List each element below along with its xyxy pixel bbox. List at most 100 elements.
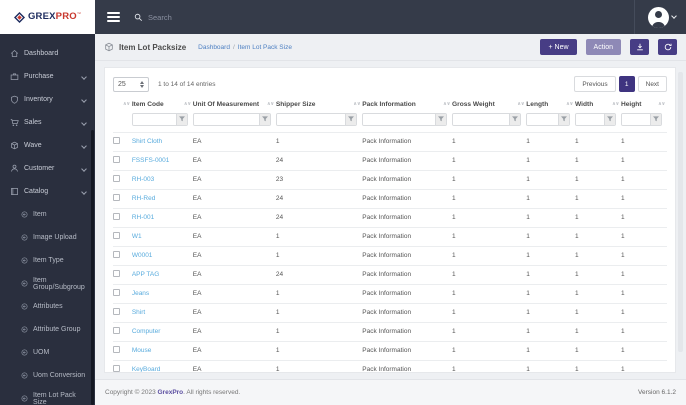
breadcrumb-dashboard-link[interactable]: Dashboard bbox=[198, 44, 230, 51]
sidebar-subitem-uom[interactable]: UOM bbox=[0, 341, 95, 364]
page-size-select[interactable]: 25 bbox=[113, 76, 149, 92]
sidebar-scrollbar[interactable] bbox=[91, 130, 94, 405]
filter-icon[interactable] bbox=[603, 113, 615, 125]
breadcrumb-current-link[interactable]: Item Lot Pack Size bbox=[238, 44, 292, 51]
filter-icon[interactable] bbox=[558, 113, 569, 125]
item-code-link[interactable]: Computer bbox=[132, 328, 161, 335]
filter-icon[interactable] bbox=[509, 113, 521, 125]
filter-input-shipper-size[interactable] bbox=[276, 113, 346, 125]
filter-icon[interactable] bbox=[175, 113, 187, 125]
column-header-width[interactable]: Width ∧∨ bbox=[575, 99, 621, 113]
table-cell: Pack Information bbox=[362, 366, 412, 373]
column-header-height[interactable]: Height ∧∨ bbox=[621, 99, 667, 113]
pagination-page-1-button[interactable]: 1 bbox=[618, 76, 635, 92]
column-header-item-code[interactable]: Item Code ∧∨ bbox=[132, 99, 193, 113]
row-checkbox[interactable] bbox=[113, 175, 120, 183]
footer-brand-link[interactable]: GrexPro bbox=[158, 389, 184, 396]
page-scrollbar[interactable] bbox=[678, 72, 683, 352]
item-code-link[interactable]: KeyBoard bbox=[132, 366, 161, 372]
pagination-next-button[interactable]: Next bbox=[637, 76, 667, 92]
filter-icon[interactable] bbox=[345, 113, 357, 125]
sidebar-subitem-attributes[interactable]: Attributes bbox=[0, 295, 95, 318]
sidebar-item-customer[interactable]: Customer bbox=[0, 157, 95, 180]
new-button[interactable]: + New bbox=[540, 39, 577, 55]
item-code-link[interactable]: Shirt Cloth bbox=[132, 138, 162, 145]
filter-input-item-code[interactable] bbox=[132, 113, 176, 125]
sidebar-nav: Dashboard Purchase Inventory Sales Wave Custo… bbox=[0, 34, 95, 405]
sidebar-item-inventory[interactable]: Inventory bbox=[0, 88, 95, 111]
row-checkbox[interactable] bbox=[113, 270, 120, 278]
sidebar-subitem-attribute-group[interactable]: Attribute Group bbox=[0, 318, 95, 341]
sort-icon[interactable]: ∧∨ bbox=[123, 101, 131, 107]
sidebar-subitem-item[interactable]: Item bbox=[0, 203, 95, 226]
table-cell: 1 bbox=[526, 195, 530, 203]
pagination-previous-button[interactable]: Previous bbox=[574, 76, 616, 92]
column-header-unit-of-measurement[interactable]: Unit Of Measurement ∧∨ bbox=[193, 99, 276, 113]
filter-icon[interactable] bbox=[650, 113, 661, 125]
sidebar-item-purchase[interactable]: Purchase bbox=[0, 65, 95, 88]
filter-input-width[interactable] bbox=[576, 113, 604, 125]
item-code-link[interactable]: W1 bbox=[132, 233, 142, 240]
row-checkbox[interactable] bbox=[113, 156, 120, 164]
sort-icon[interactable]: ∧∨ bbox=[658, 101, 666, 107]
packsize-table: ∧∨ Item Code ∧∨ Unit Of Measurement ∧∨ Shippe… bbox=[113, 99, 667, 373]
column-header-shipper-size[interactable]: Shipper Size ∧∨ bbox=[276, 99, 362, 113]
sidebar-item-dashboard[interactable]: Dashboard bbox=[0, 42, 95, 65]
user-menu-button[interactable] bbox=[648, 6, 677, 28]
row-checkbox[interactable] bbox=[113, 194, 120, 202]
sidebar-item-catalog[interactable]: Catalog bbox=[0, 180, 95, 203]
item-code-link[interactable]: FSSFS-0001 bbox=[132, 157, 170, 164]
item-code-link[interactable]: Shirt bbox=[132, 309, 145, 316]
filter-input-unit-of-measurement[interactable] bbox=[193, 113, 259, 125]
action-button[interactable]: Action bbox=[585, 39, 621, 55]
column-header-pack-information[interactable]: Pack Information ∧∨ bbox=[362, 99, 452, 113]
logo[interactable]: GREXPRO™ bbox=[0, 0, 95, 34]
sidebar-subitem-item-lot-pack-size[interactable]: Item Lot Pack Size bbox=[0, 387, 95, 405]
row-checkbox[interactable] bbox=[113, 308, 120, 316]
sidebar-subitem-item-group-subgroup[interactable]: Item Group/Subgroup bbox=[0, 272, 95, 295]
sort-icon[interactable]: ∧∨ bbox=[612, 101, 620, 107]
item-code-link[interactable]: W0001 bbox=[132, 252, 153, 259]
row-checkbox[interactable] bbox=[113, 232, 120, 240]
row-checkbox[interactable] bbox=[113, 346, 120, 354]
sidebar-subitem-uom-conversion[interactable]: Uom Conversion bbox=[0, 364, 95, 387]
column-header-length[interactable]: Length ∧∨ bbox=[526, 99, 575, 113]
sidebar-subitem-item-type[interactable]: Item Type bbox=[0, 249, 95, 272]
header-select-column[interactable]: ∧∨ bbox=[113, 99, 132, 113]
sort-icon[interactable]: ∧∨ bbox=[517, 101, 525, 107]
filter-input-length[interactable] bbox=[527, 113, 558, 125]
row-checkbox[interactable] bbox=[113, 289, 120, 297]
sort-icon[interactable]: ∧∨ bbox=[443, 101, 451, 107]
item-code-link[interactable]: RH-001 bbox=[132, 214, 154, 221]
column-header-gross-weight[interactable]: Gross Weight ∧∨ bbox=[452, 99, 526, 113]
filter-input-pack-information[interactable] bbox=[363, 113, 436, 125]
row-checkbox[interactable] bbox=[113, 213, 120, 221]
sort-icon[interactable]: ∧∨ bbox=[267, 101, 275, 107]
refresh-button[interactable] bbox=[658, 39, 677, 55]
sort-icon[interactable]: ∧∨ bbox=[184, 101, 192, 107]
sort-icon[interactable]: ∧∨ bbox=[353, 101, 361, 107]
search-input[interactable] bbox=[148, 12, 278, 22]
item-code-link[interactable]: RH-Red bbox=[132, 195, 155, 202]
table-cell: 1 bbox=[620, 195, 625, 203]
item-code-link[interactable]: RH-003 bbox=[132, 176, 154, 183]
item-code-link[interactable]: APP TAG bbox=[132, 271, 159, 278]
row-checkbox[interactable] bbox=[113, 365, 120, 372]
sidebar-item-wave[interactable]: Wave bbox=[0, 134, 95, 157]
menu-toggle-icon[interactable] bbox=[107, 12, 120, 22]
filter-input-gross-weight[interactable] bbox=[453, 113, 510, 125]
filter-input-height[interactable] bbox=[621, 113, 650, 125]
filter-icon[interactable] bbox=[435, 113, 447, 125]
row-checkbox[interactable] bbox=[113, 137, 120, 145]
sort-icon[interactable]: ∧∨ bbox=[566, 101, 574, 107]
item-code-link[interactable]: Jeans bbox=[132, 290, 149, 297]
item-code-link[interactable]: Mouse bbox=[132, 347, 152, 354]
row-checkbox[interactable] bbox=[113, 251, 120, 259]
filter-icon[interactable] bbox=[258, 113, 270, 125]
download-button[interactable] bbox=[630, 39, 649, 55]
sidebar-item-sales[interactable]: Sales bbox=[0, 111, 95, 134]
table-cell: 1 bbox=[620, 252, 625, 260]
table-cell: EA bbox=[192, 195, 202, 203]
sidebar-subitem-image-upload[interactable]: Image Upload bbox=[0, 226, 95, 249]
row-checkbox[interactable] bbox=[113, 327, 120, 335]
